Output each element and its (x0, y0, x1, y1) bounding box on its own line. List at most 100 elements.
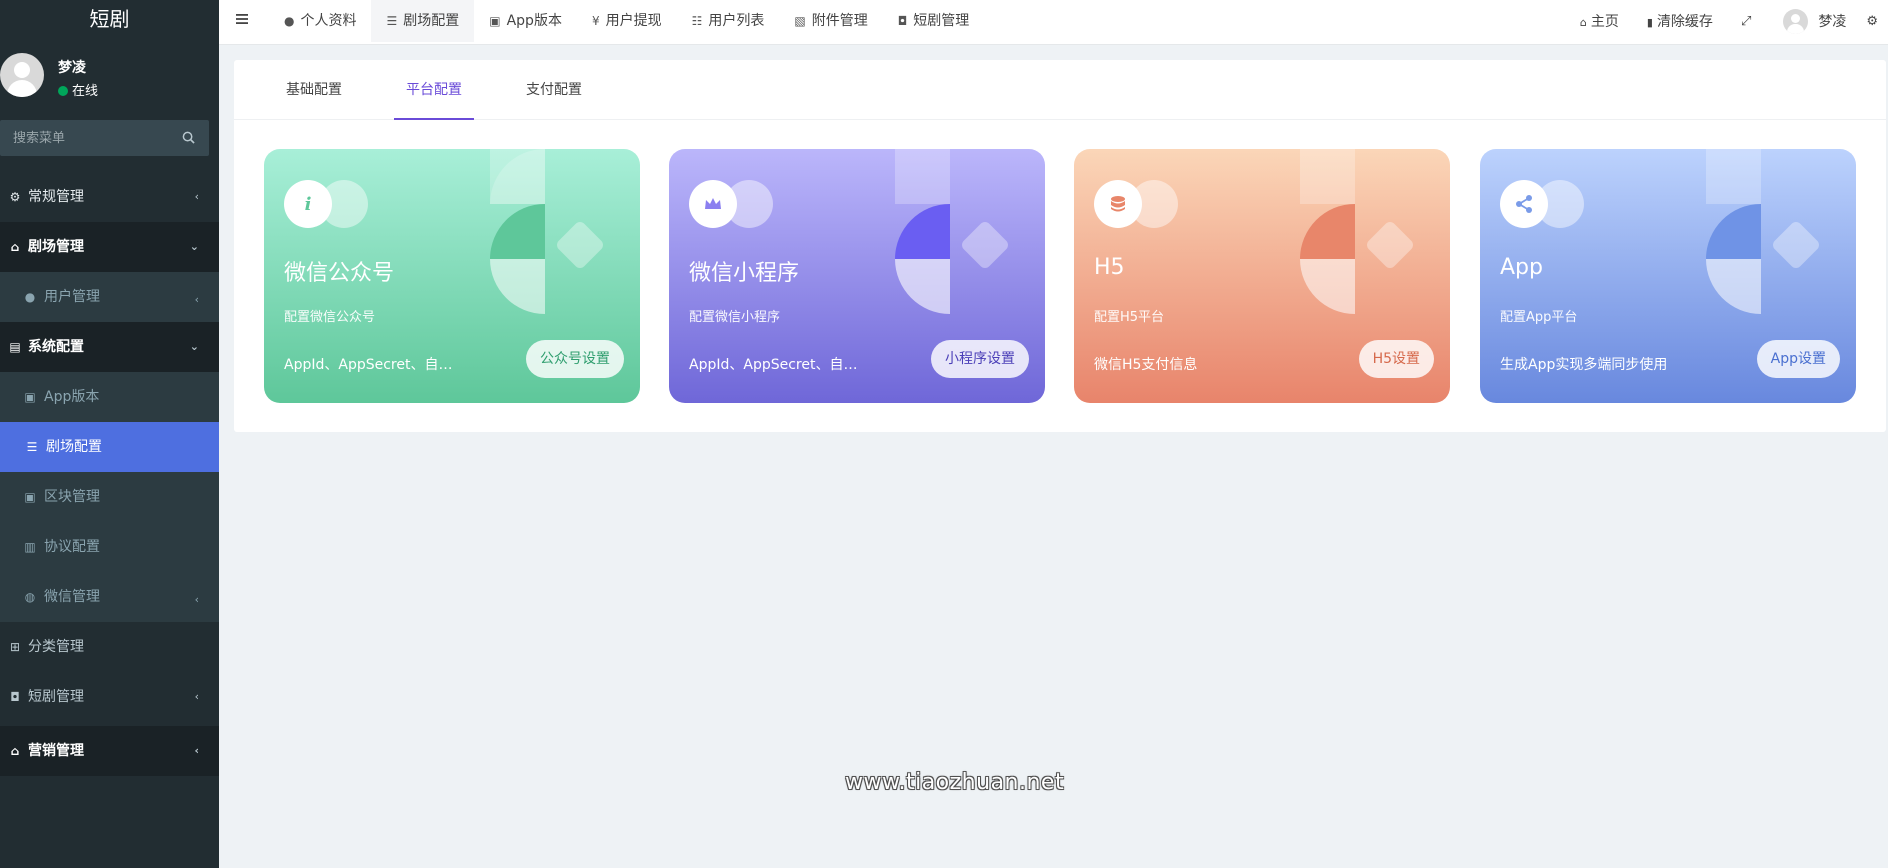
card-desc: 配置App平台 (1500, 310, 1578, 325)
sidebar-item-general[interactable]: ⚙ 常规管理 ‹ (0, 172, 219, 222)
miniprogram-settings-button[interactable]: 小程序设置 (931, 340, 1029, 378)
nav-right: ⌂ 主页 ▮ 清除缓存 ⤢ 梦凌 ⚙ (1566, 0, 1888, 42)
sitemap-icon: ⊞ (9, 640, 21, 654)
user-panel: 梦凌 在线 (0, 38, 219, 118)
card-wechat-miniprogram: 微信小程序 配置微信小程序 AppId、AppSecret、自定义等 小程序设置 (669, 149, 1045, 403)
sidebar-item-app-version[interactable]: ▣ App版本 (0, 372, 219, 422)
user-status: 在线 (58, 80, 98, 99)
submenu-theater: ● 用户管理 ‹ (0, 272, 219, 322)
card-info: AppId、AppSecret、自定义菜单等 (284, 357, 454, 373)
settings-button[interactable]: ⚙ (1860, 13, 1888, 29)
top-navbar: ● 个人资料 ☰ 剧场配置 ▣ App版本 ¥ 用户提现 ☷ 用户列表 ▧ 附件管理 ◘ 短剧… (219, 0, 1888, 45)
tab-label: 短剧管理 (913, 13, 970, 29)
tab-payment-config[interactable]: 支付配置 (526, 60, 582, 120)
fullscreen-button[interactable]: ⤢ (1727, 13, 1769, 29)
home-icon: ⌂ (1579, 16, 1587, 29)
sidebar-item-wechat[interactable]: ◍ 微信管理 ‹ (0, 572, 219, 622)
database-icon (1094, 180, 1142, 228)
decoration-shapes (490, 149, 603, 314)
nav-tabs: ● 个人资料 ☰ 剧场配置 ▣ App版本 ¥ 用户提现 ☷ 用户列表 ▧ 附件管理 ◘ 短剧… (269, 0, 984, 45)
wechat-official-settings-button[interactable]: 公众号设置 (526, 340, 624, 378)
tab-drama[interactable]: ◘ 短剧管理 (883, 0, 985, 42)
home-icon: ⌂ (10, 240, 20, 254)
sidebar-item-users[interactable]: ● 用户管理 ‹ (0, 272, 219, 322)
tab-label: 用户提现 (605, 13, 662, 29)
tab-label: 剧场配置 (403, 13, 460, 29)
image-icon: ▣ (489, 14, 501, 28)
info-icon: i (284, 180, 332, 228)
card-info: AppId、AppSecret、自定义等 (689, 357, 859, 373)
sidebar-menu: ⚙ 常规管理 ‹ ⌂ 剧场管理 ⌄ ● 用户管理 ‹ ▤ 系统配置 ⌄ ▣ App版本 ☰ 剧场配置… (0, 172, 219, 776)
search-icon[interactable] (182, 131, 195, 144)
online-dot-icon (58, 86, 68, 96)
user-icon: ● (284, 14, 295, 28)
sidebar-item-label: 剧场管理 (28, 239, 84, 255)
user-name: 梦凌 (58, 60, 86, 76)
chevron-left-icon: ‹ (194, 690, 199, 703)
sliders-icon: ☰ (386, 14, 398, 28)
chevron-down-icon: ⌄ (189, 340, 199, 353)
trash-icon: ▮ (1646, 16, 1653, 29)
book-icon: ▥ (24, 540, 36, 554)
card-desc: 配置H5平台 (1094, 310, 1165, 325)
sidebar-item-theater-config[interactable]: ☰ 剧场配置 (0, 422, 219, 472)
tab-attachments[interactable]: ▧ 附件管理 (779, 0, 882, 42)
sidebar-item-label: 系统配置 (28, 339, 84, 355)
clear-cache-button[interactable]: ▮ 清除缓存 (1633, 11, 1727, 31)
tab-label: 附件管理 (811, 13, 868, 29)
shopping-bag-icon: ◘ (897, 14, 908, 28)
decoration-shapes (895, 149, 1008, 314)
home-label: 主页 (1590, 14, 1619, 30)
shopping-bag-icon: ◘ (10, 690, 20, 704)
avatar (1783, 8, 1809, 34)
sidebar-item-theater[interactable]: ⌂ 剧场管理 ⌄ (0, 222, 219, 272)
tab-basic-config[interactable]: 基础配置 (286, 60, 342, 120)
tab-profile[interactable]: ● 个人资料 (269, 0, 371, 42)
app-settings-button[interactable]: App设置 (1756, 340, 1840, 378)
sidebar-item-system-config[interactable]: ▤ 系统配置 ⌄ (0, 322, 219, 372)
sidebar-item-category[interactable]: ⊞ 分类管理 (0, 622, 219, 672)
panel-tabs: 基础配置 平台配置 支付配置 (234, 60, 1886, 120)
card-title: H5 (1094, 255, 1125, 280)
card-app: App 配置App平台 生成App实现多端同步使用 App设置 (1480, 149, 1856, 403)
chevron-left-icon: ‹ (194, 593, 199, 606)
share-icon (1500, 180, 1548, 228)
sliders-icon: ☰ (26, 440, 38, 454)
tab-withdraw[interactable]: ¥ 用户提现 (577, 0, 677, 42)
sidebar-item-blocks[interactable]: ▣ 区块管理 (0, 472, 219, 522)
decoration-shapes (1706, 149, 1819, 314)
sidebar-item-agreement[interactable]: ▥ 协议配置 (0, 522, 219, 572)
user-status-label: 在线 (72, 84, 99, 99)
sidebar-item-label: 协议配置 (44, 539, 100, 555)
sidebar-item-label: 营销管理 (28, 743, 84, 759)
cogs-icon: ⚙ (9, 190, 21, 204)
sidebar-item-label: 微信管理 (44, 589, 100, 605)
card-desc: 配置微信公众号 (284, 310, 376, 325)
card-info: 生成App实现多端同步使用 (1500, 357, 1668, 373)
user-menu[interactable]: 梦凌 (1769, 8, 1860, 34)
sidebar-item-label: 短剧管理 (28, 689, 84, 705)
brand-title[interactable]: 短剧 (0, 0, 219, 38)
sidebar-item-label: 常规管理 (28, 189, 84, 205)
decoration-shapes (1300, 149, 1413, 314)
h5-settings-button[interactable]: H5设置 (1358, 340, 1434, 378)
home-icon: ⌂ (10, 744, 20, 758)
crown-icon (689, 180, 737, 228)
home-link[interactable]: ⌂ 主页 (1566, 11, 1633, 31)
submenu-system-config: ▣ App版本 ☰ 剧场配置 ▣ 区块管理 ▥ 协议配置 ◍ 微信管理 ‹ (0, 372, 219, 622)
sidebar-item-marketing[interactable]: ⌂ 营销管理 ‹ (0, 726, 219, 776)
sidebar-search (0, 120, 209, 156)
yen-icon: ¥ (591, 14, 600, 28)
image-icon: ▣ (24, 390, 36, 404)
search-input[interactable] (0, 120, 170, 156)
tab-theater-config[interactable]: ☰ 剧场配置 (371, 0, 475, 42)
tab-app-version[interactable]: ▣ App版本 (474, 0, 577, 42)
tab-user-list[interactable]: ☷ 用户列表 (677, 0, 780, 42)
user-icon: ● (24, 290, 36, 304)
card-title: 微信小程序 (689, 261, 800, 286)
card-info: 微信H5支付信息 (1094, 357, 1198, 373)
sidebar-item-drama[interactable]: ◘ 短剧管理 ‹ (0, 672, 219, 722)
menu-toggle-icon[interactable] (235, 12, 249, 26)
watermark: www.tiaozhuan.net (845, 770, 1065, 795)
tab-platform-config[interactable]: 平台配置 (394, 60, 474, 120)
